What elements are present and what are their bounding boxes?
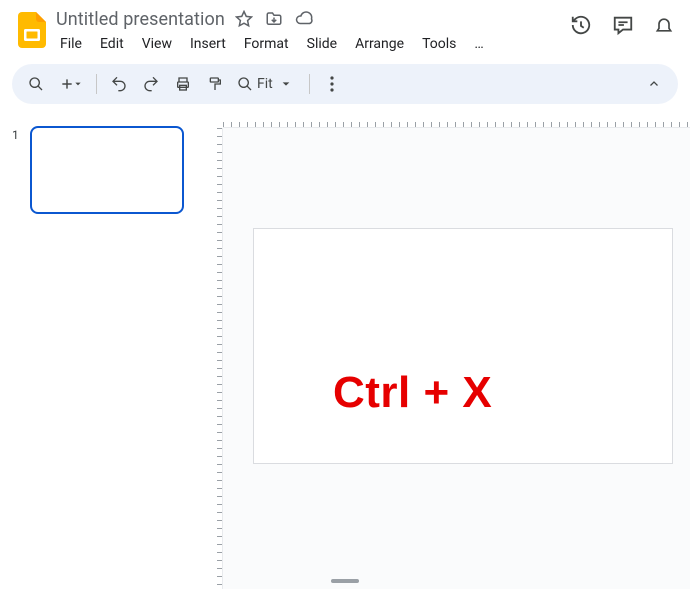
menu-more[interactable]: …	[466, 32, 491, 56]
redo-button[interactable]	[137, 70, 165, 98]
menu-bar: File Edit View Insert Format Slide Arran…	[52, 30, 570, 58]
history-icon[interactable]	[570, 14, 592, 36]
menu-edit[interactable]: Edit	[92, 32, 132, 56]
cloud-status-icon[interactable]	[293, 8, 315, 30]
slide-thumbnail-1[interactable]	[30, 126, 184, 214]
new-slide-button[interactable]	[54, 70, 88, 98]
more-tools-button[interactable]	[318, 70, 346, 98]
print-button[interactable]	[169, 70, 197, 98]
menu-file[interactable]: File	[52, 32, 90, 56]
undo-button[interactable]	[105, 70, 133, 98]
toolbar-separator	[309, 74, 310, 94]
zoom-value: Fit	[255, 76, 279, 92]
slide-canvas[interactable]	[253, 228, 673, 464]
header-actions	[570, 6, 678, 36]
zoom-icon	[237, 76, 253, 92]
menu-view[interactable]: View	[134, 32, 180, 56]
toolbar-container: Fit	[0, 58, 690, 110]
vertical-ruler[interactable]	[205, 128, 223, 589]
paint-format-button[interactable]	[201, 70, 229, 98]
menu-arrange[interactable]: Arrange	[347, 32, 412, 56]
document-title[interactable]: Untitled presentation	[56, 9, 225, 30]
bottom-bar	[0, 573, 690, 589]
slide-number: 1	[12, 126, 22, 581]
slide-panel: 1	[0, 110, 205, 589]
app-logo[interactable]	[12, 6, 52, 48]
workspace: 1 Ctrl + X	[0, 110, 690, 589]
comment-icon[interactable]	[612, 14, 634, 36]
menu-tools[interactable]: Tools	[414, 32, 464, 56]
title-row: Untitled presentation	[52, 6, 570, 30]
chevron-down-icon	[281, 79, 297, 89]
menu-insert[interactable]: Insert	[182, 32, 234, 56]
menu-slide[interactable]: Slide	[299, 32, 345, 56]
star-icon[interactable]	[233, 8, 255, 30]
toolbar-separator	[96, 74, 97, 94]
chevron-down-icon	[74, 80, 82, 88]
title-area: Untitled presentation File Edit View Ins…	[52, 6, 570, 58]
notifications-icon[interactable]	[654, 14, 674, 36]
header-bar: Untitled presentation File Edit View Ins…	[0, 0, 690, 58]
horizontal-ruler[interactable]	[223, 110, 690, 128]
search-menus-button[interactable]	[22, 70, 50, 98]
resize-handle[interactable]	[331, 579, 359, 583]
slides-logo-icon	[18, 12, 46, 48]
canvas-background[interactable]: Ctrl + X	[223, 128, 690, 589]
canvas-area: Ctrl + X	[205, 110, 690, 589]
menu-format[interactable]: Format	[236, 32, 297, 56]
move-icon[interactable]	[263, 8, 285, 30]
overlay-shortcut-text: Ctrl + X	[333, 368, 492, 418]
toolbar: Fit	[12, 64, 678, 104]
zoom-control[interactable]: Fit	[233, 76, 301, 92]
collapse-toolbar-button[interactable]	[640, 70, 668, 98]
